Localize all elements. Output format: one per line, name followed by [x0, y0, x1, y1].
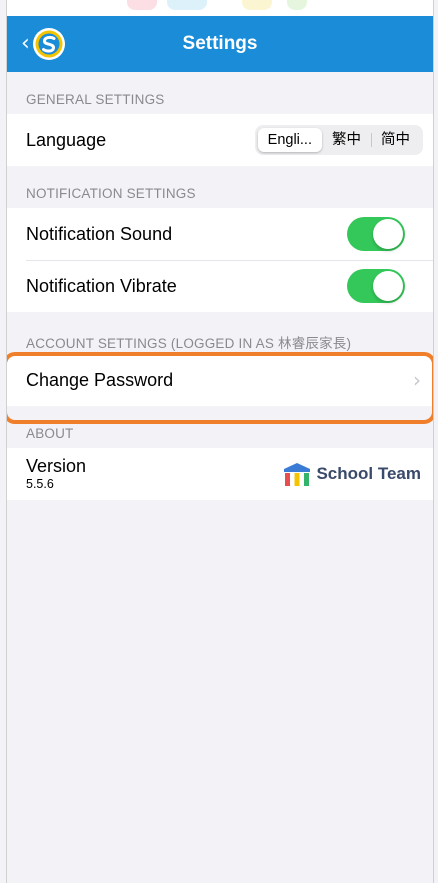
language-label: Language	[26, 129, 107, 150]
language-segmented-control: Engli... 繁中 简中	[254, 125, 423, 155]
notification-vibrate-row: Notification Vibrate	[7, 260, 433, 312]
about-section: Version 5.5.6 School Team	[7, 448, 433, 500]
school-team-brand: School Team	[282, 461, 421, 487]
toggle-knob	[373, 271, 403, 301]
app-screen: ‹ Settings GENERAL SETTINGS Language Eng…	[6, 0, 434, 883]
school-team-logo-icon	[284, 463, 311, 486]
notification-settings-section: Notification Sound Notification Vibrate	[7, 208, 433, 312]
app-logo-icon	[32, 28, 65, 60]
notification-sound-toggle[interactable]	[347, 217, 405, 251]
status-bar	[7, 0, 433, 16]
general-settings-section: Language Engli... 繁中 简中	[7, 114, 433, 166]
navigation-bar: ‹ Settings	[7, 16, 433, 72]
version-label: Version	[26, 456, 87, 476]
about-header: ABOUT	[26, 426, 74, 441]
notification-vibrate-toggle[interactable]	[347, 269, 405, 303]
chevron-left-icon: ‹	[21, 31, 30, 56]
version-texts: Version 5.5.6	[26, 456, 282, 492]
chevron-right-icon: ›	[413, 368, 421, 392]
notification-sound-row: Notification Sound	[7, 208, 433, 260]
account-settings-header: ACCOUNT SETTINGS (LOGGED IN AS 林睿辰家長)	[26, 336, 352, 351]
language-option-simplified-chinese[interactable]: 简中	[371, 128, 420, 152]
language-option-traditional-chinese[interactable]: 繁中	[322, 128, 371, 152]
toggle-knob	[373, 219, 403, 249]
notification-sound-label: Notification Sound	[26, 223, 173, 244]
change-password-row[interactable]: Change Password ›	[7, 354, 433, 406]
language-option-english[interactable]: Engli...	[257, 128, 322, 152]
general-settings-header: GENERAL SETTINGS	[26, 92, 165, 107]
version-number: 5.5.6	[26, 477, 54, 491]
notification-settings-header: NOTIFICATION SETTINGS	[26, 186, 196, 201]
back-button[interactable]: ‹	[21, 26, 66, 62]
change-password-label: Change Password	[26, 369, 174, 390]
version-row: Version 5.5.6 School Team	[7, 448, 433, 500]
language-row: Language Engli... 繁中 简中	[7, 114, 433, 166]
page-title: Settings	[182, 33, 258, 54]
notification-vibrate-label: Notification Vibrate	[26, 275, 177, 296]
brand-name: School Team	[316, 464, 421, 483]
account-settings-section: Change Password ›	[7, 354, 433, 406]
